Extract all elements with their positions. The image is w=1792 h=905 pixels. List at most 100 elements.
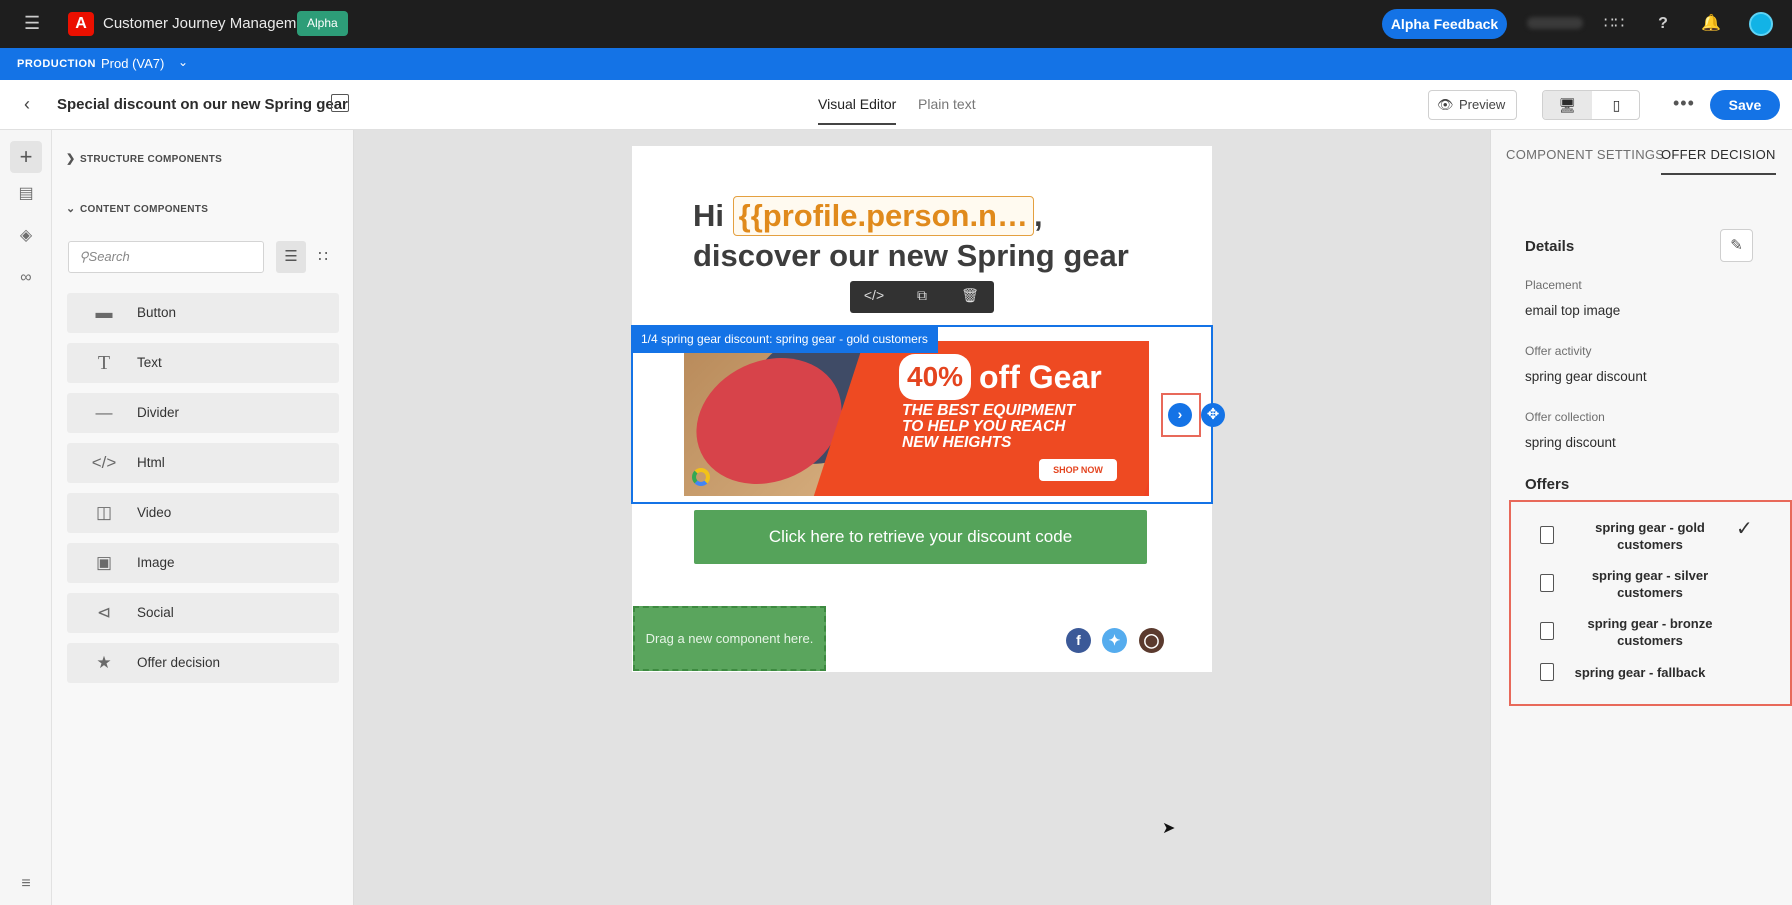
details-heading: Details: [1525, 238, 1575, 255]
divider-icon: ―: [95, 403, 113, 422]
component-label: Offer decision: [137, 655, 221, 670]
duplicate-icon[interactable]: ⧉: [907, 287, 937, 304]
mouse-cursor-icon: ➤: [1162, 820, 1176, 837]
avatar[interactable]: [1749, 12, 1773, 36]
chevron-down-icon: ⌄: [66, 203, 76, 215]
move-handle-icon[interactable]: ✥: [1201, 403, 1225, 427]
personalization-token[interactable]: {{profile.person.n…: [732, 196, 1034, 236]
rename-icon[interactable]: [331, 94, 349, 112]
search-placeholder: Search: [88, 249, 130, 264]
next-offer-arrow-icon[interactable]: ›: [1168, 403, 1192, 427]
bell-icon[interactable]: 🔔: [1700, 13, 1722, 35]
shop-now-badge: SHOP NOW: [1039, 459, 1117, 481]
search-input[interactable]: ⚲Search: [68, 241, 264, 273]
app-title: Customer Journey Management: [103, 15, 318, 32]
component-text[interactable]: T Text: [67, 343, 339, 383]
offer-banner-image[interactable]: 40% off Gear THE BEST EQUIPMENT TO HELP …: [684, 341, 1149, 496]
environment-bar: PRODUCTION Prod (VA7) ⌄: [0, 48, 1792, 80]
chevron-down-icon[interactable]: ⌄: [178, 55, 188, 69]
tab-visual-editor[interactable]: Visual Editor: [818, 96, 897, 125]
layers-icon[interactable]: ◈: [10, 220, 42, 252]
offer-activity-label: Offer activity: [1525, 344, 1592, 358]
share-icon: ⊲: [96, 603, 112, 622]
offer-item-silver[interactable]: spring gear - silver customers: [1540, 567, 1780, 607]
device-toggle: 🖥 ▯: [1542, 90, 1640, 120]
component-label: Social: [137, 605, 174, 620]
org-name-blurred[interactable]: [1527, 17, 1583, 29]
content-components-header[interactable]: ⌄ CONTENT COMPONENTS: [66, 202, 208, 215]
components-panel: ❯ STRUCTURE COMPONENTS ⌄ CONTENT COMPONENT…: [52, 130, 354, 905]
component-label: Text: [137, 355, 162, 370]
button-icon: ▬: [95, 303, 113, 322]
placement-label: Placement: [1525, 278, 1582, 292]
edit-pencil-icon[interactable]: ✎: [1720, 229, 1753, 262]
mobile-icon[interactable]: ▯: [1592, 91, 1639, 119]
tagline-line: TO HELP YOU REACH: [902, 418, 1066, 435]
instagram-icon[interactable]: ◯: [1139, 628, 1164, 653]
settings-sliders-icon[interactable]: ≡: [10, 868, 42, 900]
email-headline[interactable]: Hi {{profile.person.n…, discover our new…: [693, 196, 1129, 276]
placement-value: email top image: [1525, 303, 1621, 318]
tab-offer-decision[interactable]: OFFER DECISION: [1661, 147, 1776, 175]
text-icon: T: [97, 352, 111, 374]
preview-button[interactable]: 👁 Preview: [1428, 90, 1517, 120]
offer-collection-label: Offer collection: [1525, 410, 1605, 424]
grid-view-icon[interactable]: ∷: [308, 241, 338, 273]
facebook-icon[interactable]: f: [1066, 628, 1091, 653]
tab-plain-text[interactable]: Plain text: [918, 96, 976, 112]
offer-label: spring gear - fallback: [1570, 664, 1710, 681]
desktop-icon[interactable]: 🖥: [1543, 91, 1592, 119]
offers-heading: Offers: [1525, 476, 1570, 493]
alpha-feedback-button[interactable]: Alpha Feedback: [1382, 9, 1507, 39]
more-options-icon[interactable]: •••: [1673, 93, 1695, 114]
component-social[interactable]: ⊲ Social: [67, 593, 339, 633]
image-icon: ▣: [95, 553, 113, 572]
list-view-icon[interactable]: ☰: [276, 241, 306, 273]
twitter-icon[interactable]: ✦: [1102, 628, 1127, 653]
offer-item-bronze[interactable]: spring gear - bronze customers: [1540, 615, 1780, 655]
html-icon: </>: [91, 453, 117, 472]
component-button[interactable]: ▬ Button: [67, 293, 339, 333]
help-icon[interactable]: ?: [1652, 13, 1674, 35]
apps-grid-icon[interactable]: ∷∷: [1603, 13, 1625, 35]
component-offer-decision[interactable]: ★ Offer decision: [67, 643, 339, 683]
adobe-logo[interactable]: A: [68, 12, 94, 36]
alpha-badge: Alpha: [297, 11, 348, 36]
page-title: Special discount on our new Spring gear: [57, 96, 348, 113]
offer-label: spring gear - gold customers: [1580, 519, 1720, 553]
preview-label: Preview: [1459, 97, 1506, 112]
save-button[interactable]: Save: [1710, 90, 1780, 120]
component-html[interactable]: </> Html: [67, 443, 339, 483]
structure-components-header[interactable]: ❯ STRUCTURE COMPONENTS: [66, 152, 222, 165]
back-arrow-icon[interactable]: ‹: [24, 94, 30, 115]
add-components-icon[interactable]: +: [10, 141, 42, 173]
offer-collection-value: spring discount: [1525, 435, 1616, 450]
offer-label-line: spring gear - bronze: [1587, 616, 1713, 631]
editor-header: ‹ Special discount on our new Spring gea…: [0, 80, 1792, 130]
drop-zone[interactable]: Drag a new component here.: [633, 606, 826, 671]
left-rail: + ▤ ◈ ∞ ≡: [0, 130, 52, 905]
offer-file-icon: [1540, 526, 1554, 544]
offer-item-gold[interactable]: spring gear - gold customers ✓: [1540, 518, 1780, 559]
video-icon: ◫: [95, 503, 113, 522]
offer-item-fallback[interactable]: spring gear - fallback: [1540, 663, 1780, 703]
component-divider[interactable]: ― Divider: [67, 393, 339, 433]
tab-component-settings[interactable]: COMPONENT SETTINGS: [1506, 147, 1664, 162]
component-label: Image: [137, 555, 175, 570]
offer-label-line: spring gear - silver: [1591, 568, 1709, 583]
offer-activity-value: spring gear discount: [1525, 369, 1647, 384]
code-icon[interactable]: </>: [859, 287, 889, 303]
cta-button[interactable]: Click here to retrieve your discount cod…: [694, 510, 1147, 564]
link-icon[interactable]: ∞: [10, 262, 42, 294]
trash-icon[interactable]: 🗑: [955, 287, 985, 304]
sandbox-selector[interactable]: Prod (VA7): [101, 56, 164, 71]
offer-label: spring gear - silver customers: [1580, 567, 1720, 601]
component-video[interactable]: ◫ Video: [67, 493, 339, 533]
selection-label: 1/4 spring gear discount: spring gear - …: [631, 325, 938, 353]
assets-icon[interactable]: ▤: [10, 178, 42, 210]
component-image[interactable]: ▣ Image: [67, 543, 339, 583]
component-label: Video: [137, 505, 172, 520]
menu-icon[interactable]: ☰: [24, 14, 42, 32]
eye-icon: 👁: [1437, 97, 1454, 112]
offer-file-icon: [1540, 574, 1554, 592]
